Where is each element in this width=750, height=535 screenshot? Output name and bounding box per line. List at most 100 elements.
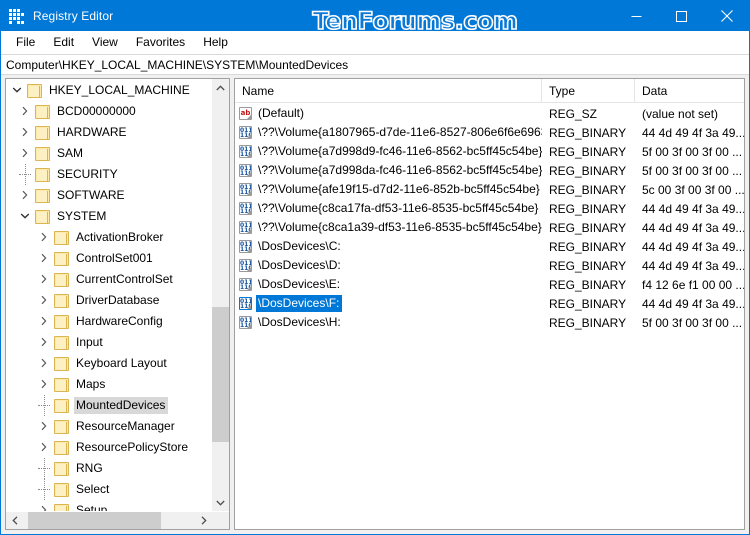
chevron-right-icon[interactable] [16,101,35,122]
menu-item-file[interactable]: File [7,32,44,52]
table-row[interactable]: 011 110 \DosDevices\F: REG_BINARY 44 4d 49 4… [235,294,744,313]
cell-name: 011 110 \DosDevices\F: [235,295,542,312]
tree-item-input[interactable]: Input [6,332,211,353]
chevron-right-icon[interactable] [35,290,54,311]
tree-hscroll-thumb[interactable] [28,512,161,529]
folder-icon [54,251,69,266]
chevron-right-icon[interactable] [35,416,54,437]
chevron-right-icon[interactable] [35,311,54,332]
value-data: 44 4d 49 4f 3a 49... [642,125,744,140]
table-row[interactable]: 011 110 \??\Volume{afe19f15-d7d2-11e6-852b… [235,180,744,199]
tree-item-rng[interactable]: RNG [6,458,211,479]
folder-icon [35,146,50,161]
value-type: REG_BINARY [549,144,627,159]
tree-item-hkey-local-machine[interactable]: HKEY_LOCAL_MACHINE [6,80,211,101]
table-row[interactable]: 011 110 \??\Volume{a1807965-d7de-11e6-8527… [235,123,744,142]
column-header-name[interactable]: Name [235,79,542,102]
chevron-right-icon[interactable] [16,122,35,143]
folder-icon [54,461,69,476]
tree-horizontal-scrollbar[interactable] [6,511,229,529]
chevron-down-icon[interactable] [212,494,229,511]
tree-item-bcd00000000[interactable]: BCD00000000 [6,101,211,122]
chevron-down-icon[interactable] [16,206,35,227]
tree-hscroll-track[interactable] [23,512,195,529]
close-icon[interactable] [704,1,749,31]
table-row[interactable]: 011 110 \??\Volume{a7d998da-fc46-11e6-8562… [235,161,744,180]
minimize-icon[interactable] [614,1,659,31]
tree-item-currentcontrolset[interactable]: CurrentControlSet [6,269,211,290]
table-row[interactable]: 011 110 \??\Volume{a7d998d9-fc46-11e6-8562… [235,142,744,161]
chevron-right-icon[interactable] [35,437,54,458]
tree-item-software[interactable]: SOFTWARE [6,185,211,206]
menu-item-view[interactable]: View [83,32,127,52]
table-row[interactable]: 011 110 \DosDevices\D: REG_BINARY 44 4d 49 4… [235,256,744,275]
tree-item-hardware[interactable]: HARDWARE [6,122,211,143]
tree-item-label: SAM [57,146,84,160]
tree-item-label: ResourcePolicyStore [76,440,189,454]
list-column-headers: Name Type Data [235,79,744,103]
tree-item-activationbroker[interactable]: ActivationBroker [6,227,211,248]
tree-item-label: SYSTEM [57,209,107,223]
tree-item-mounteddevices[interactable]: MountedDevices [6,395,211,416]
tree-item-resourcemanager[interactable]: ResourceManager [6,416,211,437]
chevron-right-icon[interactable] [195,512,212,529]
cell-name: 011 110 \DosDevices\H: [235,314,542,331]
tree-item-controlset001[interactable]: ControlSet001 [6,248,211,269]
folder-icon [54,314,69,329]
value-type: REG_SZ [549,106,598,121]
maximize-icon[interactable] [659,1,704,31]
tree-item-sam[interactable]: SAM [6,143,211,164]
menu-item-edit[interactable]: Edit [44,32,83,52]
address-bar[interactable]: Computer\HKEY_LOCAL_MACHINE\SYSTEM\Mount… [1,54,749,75]
chevron-right-icon[interactable] [35,227,54,248]
binary-value-icon: 011 110 [239,221,252,234]
tree-item-keyboard-layout[interactable]: Keyboard Layout [6,353,211,374]
chevron-right-icon[interactable] [16,185,35,206]
chevron-down-icon[interactable] [8,80,27,101]
value-data: 5c 00 3f 00 3f 00 ... [642,182,744,197]
chevron-right-icon[interactable] [35,500,54,511]
tree-item-label: MountedDevices [74,397,169,414]
column-header-data[interactable]: Data [635,79,744,102]
chevron-right-icon[interactable] [35,374,54,395]
table-row[interactable]: 011 110 \DosDevices\H: REG_BINARY 5f 00 3f 0… [235,313,744,332]
chevron-right-icon[interactable] [35,269,54,290]
value-data: f4 12 6e f1 00 00 ... [642,277,744,292]
value-name: \??\Volume{a1807965-d7de-11e6-8527-806e6… [258,125,542,139]
tree-item-setup[interactable]: Setup [6,500,211,511]
chevron-right-icon[interactable] [35,248,54,269]
tree-item-resourcepolicystore[interactable]: ResourcePolicyStore [6,437,211,458]
value-type: REG_BINARY [549,125,627,140]
tree-item-system[interactable]: SYSTEM [6,206,211,227]
chevron-right-icon[interactable] [35,332,54,353]
folder-icon [54,356,69,371]
table-row[interactable]: 011 110 \??\Volume{c8ca17fa-df53-11e6-8535… [235,199,744,218]
chevron-right-icon[interactable] [35,353,54,374]
tree-vertical-scrollbar[interactable] [211,79,229,511]
chevron-right-icon[interactable] [16,143,35,164]
tree-guide-line [16,164,35,185]
column-header-type[interactable]: Type [542,79,635,102]
menu-item-help[interactable]: Help [194,32,237,52]
table-row[interactable]: 011 110 \??\Volume{c8ca1a39-df53-11e6-8535… [235,218,744,237]
value-name: \??\Volume{afe19f15-d7d2-11e6-852b-bc5ff… [258,182,540,196]
tree-vscroll-track[interactable] [212,96,229,494]
tree-item-hardwareconfig[interactable]: HardwareConfig [6,311,211,332]
table-row[interactable]: 011 110 \DosDevices\E: REG_BINARY f4 12 6e f… [235,275,744,294]
table-row[interactable]: 011 110 \DosDevices\C: REG_BINARY 44 4d 49 4… [235,237,744,256]
cell-name: 011 110 \DosDevices\E: [235,276,542,293]
tree-item-driverdatabase[interactable]: DriverDatabase [6,290,211,311]
tree-item-security[interactable]: SECURITY [6,164,211,185]
value-type: REG_BINARY [549,239,627,254]
folder-icon [27,83,42,98]
menu-item-favorites[interactable]: Favorites [127,32,194,52]
folder-icon [54,503,69,511]
chevron-left-icon[interactable] [6,512,23,529]
chevron-up-icon[interactable] [212,79,229,96]
tree-item-select[interactable]: Select [6,479,211,500]
tree-item-maps[interactable]: Maps [6,374,211,395]
table-row[interactable]: ab (Default) REG_SZ (value not set) [235,104,744,123]
tree-item-label: Keyboard Layout [76,356,167,370]
tree-vscroll-thumb[interactable] [212,306,229,443]
cell-name: ab (Default) [235,105,542,122]
